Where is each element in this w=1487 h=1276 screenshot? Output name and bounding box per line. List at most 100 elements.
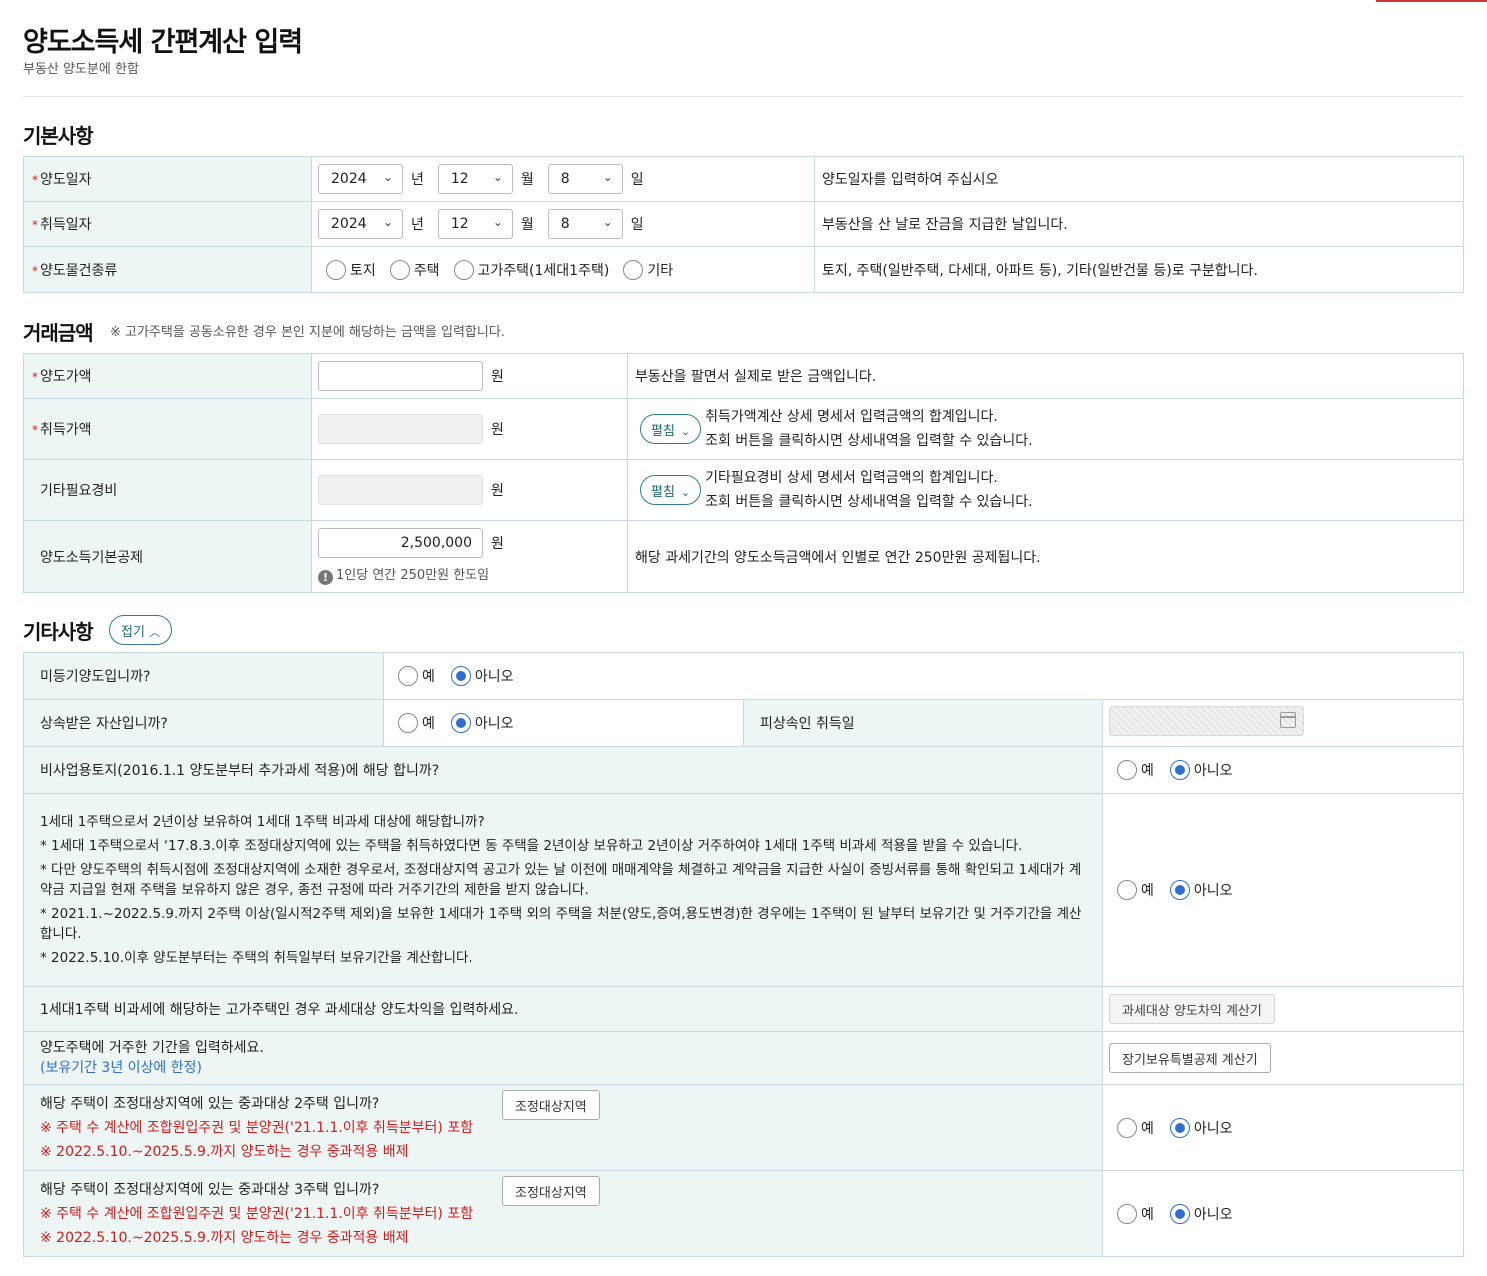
q-one-house: 1세대 1주택으로서 2년이상 보유하여 1세대 1주택 비과세 대상에 해당합… [23, 793, 1103, 987]
row-two-house: 해당 주택이 조정대상지역에 있는 중과대상 2주택 입니까? ※ 주택 수 계… [23, 1084, 1465, 1171]
desc-line-2: 조회 버튼을 클릭하시면 상세내역을 입력할 수 있습니다. [705, 494, 1033, 510]
desc-basic-deduction: 해당 과세기간의 양도소득금액에서 인별로 연간 250만원 공제됩니다. [627, 520, 1464, 593]
nonbusiness-options: 예 아니오 [1101, 746, 1465, 794]
radio-label-no: 아니오 [1193, 1120, 1233, 1137]
desc-sale-price: 부동산을 팔면서 실제로 받은 금액입니다. [627, 353, 1464, 399]
other-table: 미등기양도입니까? 예 아니오 상속받은 자산입니까? 예 아니오 피상속인 취득일… [23, 652, 1465, 1257]
chevron-down-icon: ⌄ [382, 170, 393, 184]
chevron-down-icon: ⌄ [492, 215, 503, 229]
radio-two-house-yes[interactable] [1117, 1117, 1137, 1138]
desc-acquire-date: 부동산을 산 날로 잔금을 지급한 날입니다. [814, 201, 1464, 247]
inherit-date-input [1109, 706, 1304, 736]
expense-expand-button[interactable]: 펼침 ⌄ [640, 475, 702, 505]
one-house-note-4: * 2022.5.10.이후 양도분부터는 주택의 취득일부터 보유기간을 계산… [40, 950, 473, 966]
page-title: 양도소득세 간편계산 입력 [23, 27, 303, 58]
radio-nonbusiness-no[interactable] [1169, 760, 1190, 780]
acquire-month-select[interactable]: 12 ⌄ [437, 209, 513, 239]
other-expense-desc: 기타필요경비 상세 명세서 입력금액의 합계입니다. 조회 버튼을 클릭하시면 상… [705, 466, 1032, 514]
adjust-area-button-3[interactable]: 조정대상지역 [502, 1175, 600, 1206]
radio-three-house-yes[interactable] [1117, 1203, 1137, 1224]
sale-price-input[interactable] [318, 361, 483, 391]
hint-text: 1인당 연간 250만원 한도임 [336, 568, 490, 583]
section-title-amount: 거래금액 [23, 321, 94, 345]
label-text: 양도가액 [40, 369, 92, 385]
acquire-price-desc: 취득가액계산 상세 명세서 입력금액의 합계입니다. 조회 버튼을 클릭하시면 상… [705, 405, 1032, 453]
gain-calculator-button[interactable]: 과세대상 양도차익 계산기 [1109, 994, 1275, 1024]
acquire-price-input [318, 414, 483, 444]
chevron-down-icon: ⌄ [602, 215, 613, 229]
row-other-expense: 기타필요경비 원 펼침 ⌄ 기타필요경비 상세 명세서 입력금액의 합계입니다. 조회… [23, 459, 1464, 521]
acquire-year-select[interactable]: 2024 ⌄ [318, 209, 403, 239]
q-two-house: 해당 주택이 조정대상지역에 있는 중과대상 2주택 입니까? ※ 주택 수 계… [23, 1084, 1103, 1171]
radio-land[interactable] [326, 259, 346, 280]
property-type-options: 토지 주택 고가주택(1세대1주택) 기타 [311, 246, 815, 293]
chevron-down-icon: ⌄ [680, 425, 691, 438]
radio-label-other: 기타 [647, 262, 674, 279]
basic-deduction-field: 2,500,000 원 ! 1인당 연간 250만원 한도임 [311, 520, 628, 593]
radio-one-house-no[interactable] [1169, 880, 1190, 900]
inherited-options: 예 아니오 [383, 699, 744, 747]
adjust-area-button-2[interactable]: 조정대상지역 [502, 1089, 600, 1120]
radio-label-yes: 예 [1141, 883, 1154, 899]
row-three-house: 해당 주택이 조정대상지역에 있는 중과대상 3주택 입니까? ※ 주택 수 계… [23, 1170, 1465, 1257]
required-mark: * [32, 173, 38, 187]
acquire-day-select[interactable]: 8 ⌄ [547, 209, 623, 239]
label-text: 양도물건종류 [40, 262, 118, 279]
radio-two-house-no[interactable] [1169, 1117, 1190, 1138]
required-mark: * [32, 218, 38, 232]
unregistered-options: 예 아니오 [382, 652, 1465, 700]
desc-line-2: 조회 버튼을 클릭하시면 상세내역을 입력할 수 있습니다. [705, 433, 1033, 449]
radio-one-house-yes[interactable] [1117, 880, 1137, 900]
label-sale-date: * 양도일자 [23, 156, 312, 202]
desc-property-type: 토지, 주택(일반주택, 다세대, 아파트 등), 기타(일반건물 등)로 구분… [814, 246, 1464, 293]
residence-cell: 장기보유특별공제 계산기 [1101, 1031, 1465, 1085]
acquire-expand-button[interactable]: 펼침 ⌄ [640, 414, 702, 444]
row-acquire-price: * 취득가액 원 펼침 ⌄ 취득가액계산 상세 명세서 입력금액의 합계입니다. 조회 … [23, 398, 1464, 460]
radio-house[interactable] [389, 259, 410, 280]
radio-label-yes: 예 [1141, 763, 1154, 779]
radio-unregistered-no[interactable] [450, 666, 471, 686]
sale-year-select[interactable]: 2024 ⌄ [318, 164, 403, 194]
page-subtitle: 부동산 양도분에 한함 [23, 62, 139, 77]
residence-sub: (보유기간 3년 이상에 한정) [40, 1060, 202, 1076]
select-value: 8 [560, 216, 570, 232]
radio-label-yes: 예 [1141, 1206, 1154, 1223]
radio-inherited-yes[interactable] [398, 713, 418, 733]
basic-deduction-input[interactable]: 2,500,000 [318, 528, 483, 558]
label-text: 양도일자 [40, 172, 92, 188]
one-house-note-1: * 1세대 1주택으로서 ‘17.8.3.이후 조정대상지역에 있는 주택을 취… [40, 838, 1023, 854]
long-term-deduction-button[interactable]: 장기보유특별공제 계산기 [1109, 1043, 1271, 1073]
label-property-type: * 양도물건종류 [23, 246, 312, 293]
radio-three-house-no[interactable] [1169, 1203, 1190, 1224]
one-house-note-2: * 다만 양도주택의 취득시점에 조정대상지역에 소재한 경우로서, 조정대상지… [40, 862, 1082, 898]
unit-won: 원 [491, 422, 504, 438]
radio-unregistered-yes[interactable] [398, 666, 418, 686]
radio-label-no: 아니오 [474, 716, 514, 732]
fold-button[interactable]: 접기 ︿ [109, 615, 173, 645]
select-value: 12 [450, 216, 469, 232]
radio-nonbusiness-yes[interactable] [1117, 760, 1137, 780]
radio-label-luxury-house: 고가주택(1세대1주택) [477, 262, 610, 279]
radio-luxury-house[interactable] [453, 259, 474, 280]
chevron-down-icon: ⌄ [492, 170, 503, 184]
required-mark: * [32, 263, 38, 278]
sale-day-select[interactable]: 8 ⌄ [547, 164, 623, 194]
high-price-cell: 과세대상 양도차익 계산기 [1101, 986, 1465, 1032]
radio-label-no: 아니오 [1193, 1206, 1233, 1223]
acquire-date-fields: 2024 ⌄ 년 12 ⌄ 월 8 ⌄ 일 [311, 201, 815, 247]
chevron-down-icon: ⌄ [602, 170, 613, 184]
select-value: 2024 [331, 216, 367, 232]
unit-month: 월 [520, 172, 534, 188]
other-expense-field: 원 [311, 459, 628, 521]
amount-table: * 양도가액 원 부동산을 팔면서 실제로 받은 금액입니다. * 취득가액 원 펼… [23, 353, 1464, 593]
radio-other[interactable] [623, 259, 644, 280]
row-high-price: 1세대1주택 비과세에 해당하는 고가주택인 경우 과세대상 양도차익을 입력하… [23, 986, 1465, 1032]
sale-month-select[interactable]: 12 ⌄ [437, 164, 513, 194]
top-accent-line [1376, 0, 1487, 2]
q-residence: 양도주택에 거주한 기간을 입력하세요. (보유기간 3년 이상에 한정) [23, 1031, 1103, 1085]
q-inherited: 상속받은 자산입니까? [23, 699, 384, 747]
chevron-up-icon: ︿ [149, 626, 161, 639]
radio-inherited-no[interactable] [450, 713, 471, 733]
one-house-options: 예 아니오 [1101, 793, 1465, 987]
radio-label-no: 아니오 [474, 669, 514, 685]
